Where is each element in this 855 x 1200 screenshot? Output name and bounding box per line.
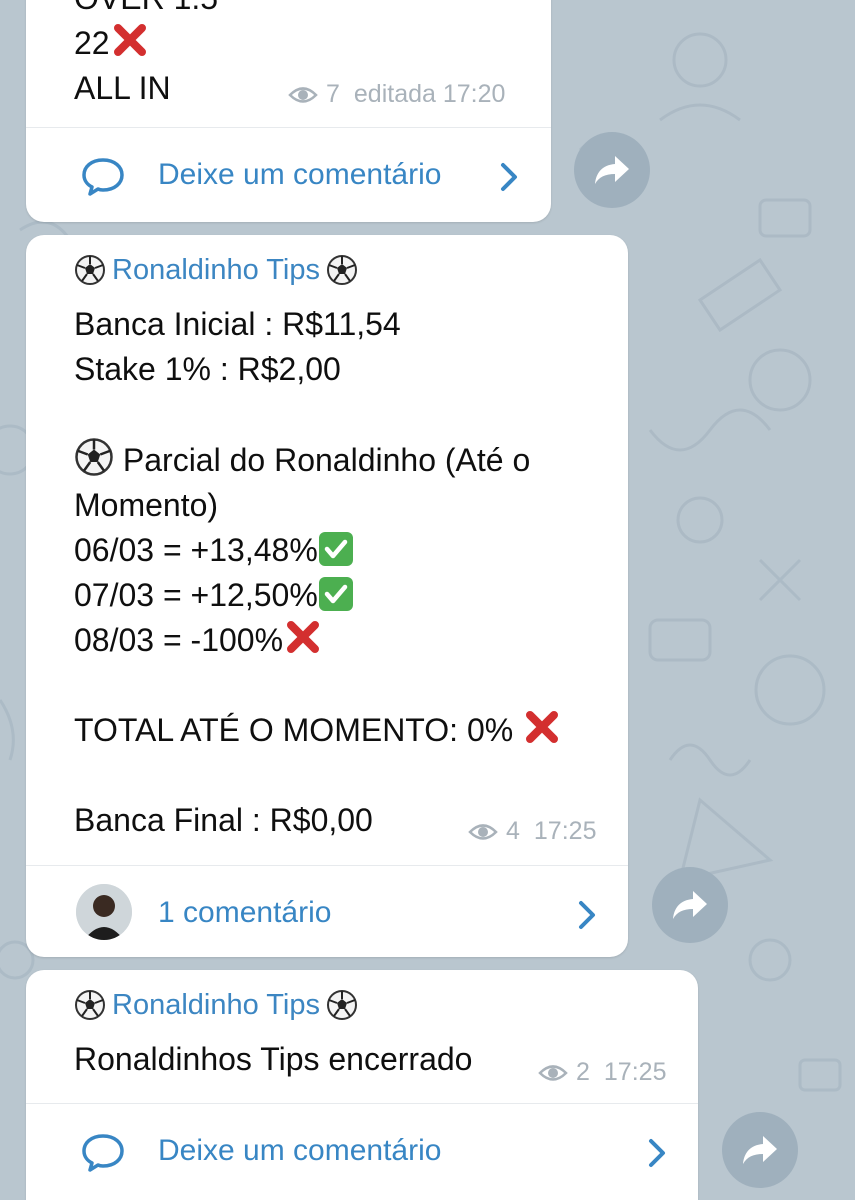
soccer-ball-icon — [75, 255, 105, 285]
eye-icon — [288, 86, 318, 103]
avatar — [76, 884, 132, 940]
chevron-right-icon — [649, 1139, 665, 1167]
message-text: Ronaldinhos Tips encerrado — [74, 1041, 473, 1077]
comment-divider — [26, 865, 628, 866]
leave-comment-button[interactable]: Deixe um comentário — [26, 1108, 698, 1198]
message-line-all-in: ALL IN — [74, 70, 171, 106]
comment-divider — [26, 127, 551, 128]
stake: Stake 1% : R$2,00 — [74, 351, 341, 387]
message-meta-1: 7 editada 17:20 — [288, 80, 505, 109]
sender-name: Ronaldinho Tips — [74, 985, 358, 1025]
red-cross-icon — [113, 24, 146, 56]
parcial-title-line-1: Parcial do Ronaldinho (Até o — [74, 437, 530, 483]
soccer-ball-icon — [326, 990, 357, 1020]
day-result-1: 06/03 = +13,48% — [74, 527, 354, 573]
day-result-3: 08/03 = -100% — [74, 617, 323, 663]
day-result-2: 07/03 = +12,50% — [74, 572, 354, 618]
comment-divider — [26, 1103, 698, 1104]
leave-comment-button[interactable]: Deixe um comentário — [26, 132, 551, 222]
message-line-over: OVER 1.5 — [74, 0, 218, 21]
share-arrow-icon — [673, 891, 707, 919]
message-bubble-2: Ronaldinho Tips Banca Inicial : R$11,54 … — [26, 235, 628, 957]
message-line-22: 22 — [74, 20, 150, 66]
share-arrow-icon — [595, 156, 629, 184]
message-bubble-3: Ronaldinho Tips Ronaldinhos Tips encerra… — [26, 970, 698, 1200]
green-check-icon — [318, 532, 353, 566]
comment-label: Deixe um comentário — [158, 1134, 442, 1167]
comment-label: Deixe um comentário — [158, 158, 442, 191]
sender-name: Ronaldinho Tips — [74, 250, 358, 290]
soccer-ball-icon — [75, 438, 113, 476]
chevron-right-icon — [579, 901, 595, 929]
banca-final: Banca Final : R$0,00 — [74, 802, 373, 838]
comment-bubble-icon — [82, 1134, 124, 1172]
message-time: 17:25 — [533, 817, 597, 845]
user-avatar-icon — [76, 884, 132, 940]
share-button-2[interactable] — [652, 867, 728, 943]
banca-inicial: Banca Inicial : R$11,54 — [74, 306, 401, 342]
view-count: 4 — [506, 817, 520, 845]
message-time: 17:25 — [603, 1058, 667, 1086]
message-bubble-1: OVER 1.5 22 ALL IN 7 editada 17:20 Deixe… — [26, 0, 551, 222]
comment-bubble-icon — [82, 158, 124, 196]
view-count: 7 — [326, 80, 340, 108]
share-arrow-icon — [743, 1136, 777, 1164]
red-cross-icon — [287, 621, 320, 653]
eye-icon — [538, 1064, 568, 1081]
message-meta-2: 4 17:25 — [468, 817, 596, 846]
soccer-ball-icon — [326, 255, 357, 285]
green-check-icon — [318, 577, 353, 611]
parcial-title-line-2: Momento) — [74, 487, 219, 523]
comments-button[interactable]: 1 comentário — [26, 870, 628, 960]
eye-icon — [468, 823, 498, 840]
red-cross-icon — [526, 711, 559, 743]
comment-count-label: 1 comentário — [158, 896, 332, 929]
chevron-right-icon — [501, 163, 517, 191]
share-button-1[interactable] — [574, 132, 650, 208]
total-line: TOTAL ATÉ O MOMENTO: 0% — [74, 707, 562, 753]
share-button-3[interactable] — [722, 1112, 798, 1188]
view-count: 2 — [576, 1058, 590, 1086]
message-meta-3: 2 17:25 — [538, 1058, 666, 1087]
edited-time: editada 17:20 — [353, 80, 506, 108]
soccer-ball-icon — [75, 990, 105, 1020]
